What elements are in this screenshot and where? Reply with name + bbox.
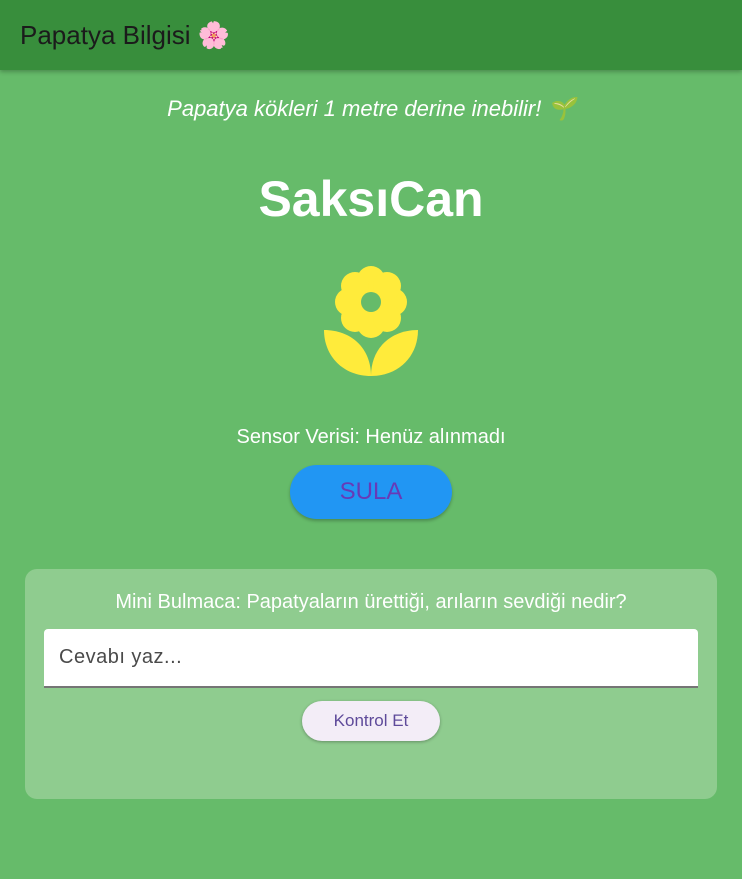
app-bar: Papatya Bilgisi 🌸 — [0, 0, 742, 70]
plant-fact-text: Papatya kökleri 1 metre derine inebilir!… — [167, 96, 575, 121]
sensor-data-text: Sensor Verisi: Henüz alınmadı — [236, 426, 506, 448]
app-bar-title: Papatya Bilgisi 🌸 — [20, 19, 231, 50]
water-button[interactable]: SULA — [290, 465, 452, 519]
flower-icon — [321, 264, 421, 378]
puzzle-question: Mini Bulmaca: Papatyaların ürettiği, arı… — [115, 591, 627, 613]
app-name-heading: SaksıCan — [258, 171, 484, 227]
mini-puzzle-card: Mini Bulmaca: Papatyaların ürettiği, arı… — [25, 569, 717, 799]
answer-input[interactable] — [44, 629, 698, 688]
check-answer-button[interactable]: Kontrol Et — [302, 701, 440, 741]
